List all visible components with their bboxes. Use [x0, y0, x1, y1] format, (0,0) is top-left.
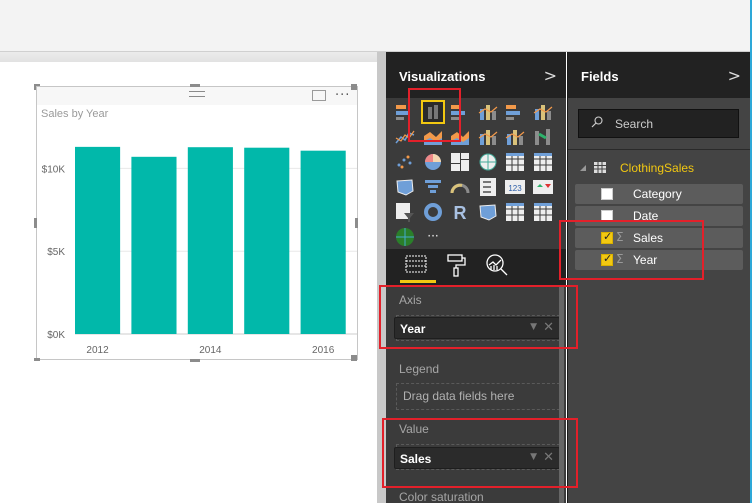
- x-tick-label: 2014: [199, 345, 222, 356]
- search-icon: [591, 116, 603, 128]
- canvas-top-strip: [0, 52, 377, 62]
- highlight-value-well: [382, 418, 578, 488]
- y-tick-label: $0K: [47, 330, 65, 341]
- table-2-icon[interactable]: [504, 201, 526, 223]
- legend-well[interactable]: Drag data fields here: [396, 383, 560, 410]
- table-name: ClothingSales: [620, 161, 695, 175]
- chart-plot: $0K $5K $10K 2012 2014 2016: [42, 146, 357, 356]
- fields-separator: [568, 149, 751, 150]
- field-name: Category: [633, 187, 682, 201]
- highlight-checked-fields: [559, 220, 704, 280]
- 100-stacked-bar-chart-icon[interactable]: [504, 101, 526, 123]
- donut-chart-icon[interactable]: [422, 201, 444, 223]
- table-icon: [594, 162, 606, 173]
- color-saturation-label: Color saturation: [399, 490, 484, 503]
- map-icon[interactable]: [477, 151, 499, 173]
- scatter-chart-icon[interactable]: [394, 151, 416, 173]
- resize-handle-left[interactable]: [34, 218, 37, 228]
- resize-handle-bl[interactable]: [34, 358, 40, 361]
- format-paint-roller-icon[interactable]: [444, 253, 474, 279]
- treemap-icon[interactable]: [449, 151, 471, 173]
- clustered-column-chart-icon[interactable]: [477, 101, 499, 123]
- expand-triangle-icon[interactable]: [580, 165, 586, 171]
- pane-tabs: [386, 249, 566, 285]
- collapse-fields-chevron-icon[interactable]: >: [728, 66, 741, 85]
- filled-map-icon[interactable]: [394, 176, 416, 198]
- r-script-visual-icon[interactable]: R: [449, 201, 471, 223]
- x-tick-label: 2016: [312, 345, 335, 356]
- svg-text:123: 123: [508, 184, 522, 193]
- matrix-2-icon[interactable]: [532, 201, 554, 223]
- card-icon[interactable]: 123: [504, 176, 526, 198]
- legend-drop-placeholder: Drag data fields here: [403, 389, 515, 403]
- resize-handle-tl-v[interactable]: [34, 84, 36, 90]
- svg-text:···: ···: [427, 229, 438, 243]
- legend-well-label: Legend: [399, 362, 440, 376]
- 100-stacked-column-chart-icon[interactable]: [532, 101, 554, 123]
- search-placeholder: Search: [615, 117, 654, 131]
- resize-handle-br[interactable]: [351, 355, 357, 361]
- matrix-icon[interactable]: [532, 151, 554, 173]
- shape-map-icon[interactable]: [477, 201, 499, 223]
- kpi-icon[interactable]: [532, 176, 554, 198]
- svg-text:R: R: [454, 203, 467, 223]
- highlight-axis-well: [379, 285, 578, 349]
- visualizations-title: Visualizations: [399, 69, 486, 84]
- column-chart-visual[interactable]: ··· Sales by Year $0K $5K $10K 2012 2014 2016: [36, 86, 358, 360]
- fields-search-input[interactable]: Search: [578, 109, 739, 138]
- highlight-selected-visual-type: [408, 88, 461, 142]
- resize-handle-bottom[interactable]: [190, 359, 200, 362]
- resize-handle-tr[interactable]: [351, 84, 357, 90]
- bar[interactable]: [75, 146, 121, 334]
- powerbi-window: ··· Sales by Year $0K $5K $10K 2012 2014 2016…: [0, 0, 752, 503]
- resize-handle-top[interactable]: [190, 84, 200, 87]
- ribbon-area: [0, 0, 752, 52]
- funnel-icon[interactable]: [422, 176, 444, 198]
- y-tick-label: $5K: [47, 247, 65, 258]
- collapse-visualizations-chevron-icon[interactable]: >: [544, 66, 557, 85]
- resize-handle-right[interactable]: [355, 218, 358, 228]
- globe-map-icon[interactable]: [394, 226, 416, 248]
- pie-chart-icon[interactable]: [422, 151, 444, 173]
- more-visuals-icon[interactable]: ···: [422, 226, 444, 248]
- y-tick-label: $10K: [42, 164, 66, 175]
- bar[interactable]: [244, 147, 290, 334]
- field-checkbox[interactable]: [601, 188, 613, 200]
- bar[interactable]: [131, 156, 177, 334]
- analytics-magnifier-icon[interactable]: [484, 253, 514, 279]
- line-clustered-column-chart-icon[interactable]: [477, 126, 499, 148]
- ribbon-chart-icon[interactable]: [532, 126, 554, 148]
- fields-header: Fields >: [568, 52, 750, 98]
- field-row-category[interactable]: Category: [575, 184, 743, 204]
- x-tick-label: 2012: [86, 345, 109, 356]
- slicer-icon[interactable]: [394, 201, 416, 223]
- table-icon[interactable]: [504, 151, 526, 173]
- gauge-icon[interactable]: [449, 176, 471, 198]
- multi-row-card-icon[interactable]: [477, 176, 499, 198]
- bar[interactable]: [300, 150, 346, 334]
- fields-title: Fields: [581, 69, 619, 84]
- fields-tab-icon[interactable]: [400, 253, 436, 283]
- line-stacked-column-chart-icon[interactable]: [504, 126, 526, 148]
- bar[interactable]: [187, 147, 233, 334]
- table-clothingsales[interactable]: ClothingSales: [578, 160, 748, 178]
